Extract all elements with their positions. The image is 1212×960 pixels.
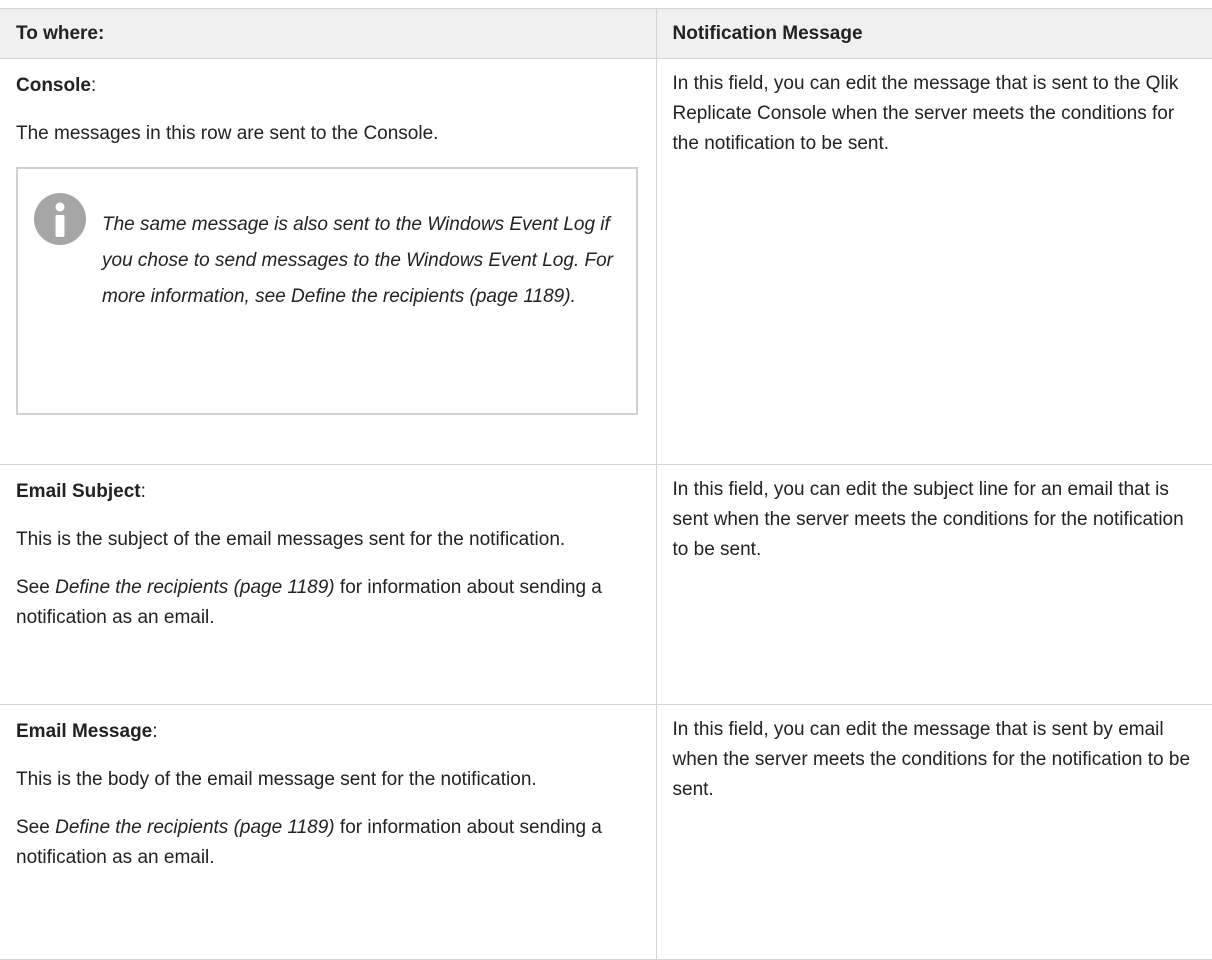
row-target-cell: Email Subject: This is the subject of th…	[0, 464, 657, 705]
row-message-text: In this field, you can edit the message …	[672, 719, 1191, 800]
see-prefix: See	[16, 577, 56, 598]
row-see-also: See Define the recipients (page 1189) fo…	[16, 813, 638, 873]
row-target-cell: Console: The messages in this row are se…	[0, 58, 657, 465]
notification-table: To where: Notification Message Console: …	[0, 8, 1212, 960]
row-label-text: Email Message	[16, 721, 153, 742]
row-label-suffix: :	[152, 721, 158, 742]
row-description: This is the body of the email message se…	[16, 769, 537, 790]
row-label-suffix: :	[140, 481, 146, 502]
see-link[interactable]: Define the recipients (page 1189)	[55, 577, 335, 598]
row-message-cell: In this field, you can edit the message …	[655, 704, 1212, 960]
row-description: This is the subject of the email message…	[16, 529, 566, 550]
see-link[interactable]: Define the recipients (page 1189)	[55, 817, 335, 838]
note-box: The same message is also sent to the Win…	[16, 167, 638, 415]
row-label-suffix: :	[90, 75, 97, 96]
row-label: Email Subject:	[16, 477, 638, 507]
row-label-text: Email Subject	[16, 481, 141, 502]
row-label-text: Console	[16, 75, 91, 96]
row-see-also: See Define the recipients (page 1189) fo…	[16, 573, 638, 633]
row-label: Email Message:	[16, 717, 638, 747]
table-row: Email Subject: This is the subject of th…	[0, 464, 1212, 705]
row-message-cell: In this field, you can edit the subject …	[655, 464, 1212, 705]
info-icon	[34, 193, 86, 245]
note-text: The same message is also sent to the Win…	[102, 214, 613, 307]
row-target-cell: Email Message: This is the body of the e…	[0, 704, 657, 960]
row-message-text: In this field, you can edit the subject …	[672, 479, 1184, 560]
row-description: The messages in this row are sent to the…	[16, 123, 439, 144]
table-row: Email Message: This is the body of the e…	[0, 704, 1212, 960]
table-header-row: To where: Notification Message	[0, 8, 1212, 59]
column-header-to-where: To where:	[0, 8, 657, 59]
row-label: Console:	[16, 71, 638, 101]
table-row: Console: The messages in this row are se…	[0, 58, 1212, 465]
row-message-cell: In this field, you can edit the message …	[655, 58, 1212, 465]
see-prefix: See	[16, 817, 56, 838]
column-header-notification-message: Notification Message	[655, 8, 1212, 59]
row-message-text: In this field, you can edit the message …	[672, 73, 1179, 154]
